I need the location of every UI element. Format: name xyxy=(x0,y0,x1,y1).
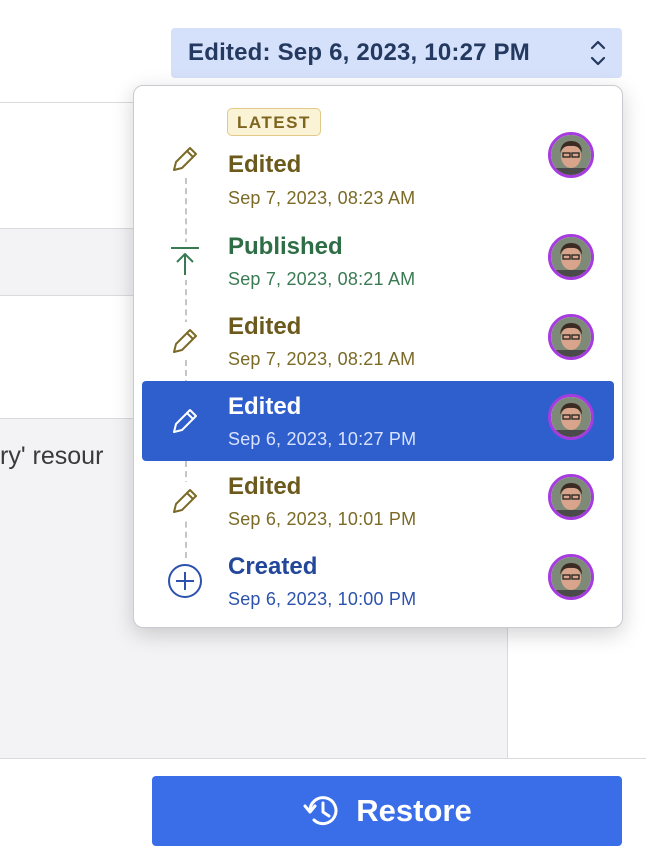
history-item-action: Edited xyxy=(228,473,302,500)
history-item-edited-selected[interactable]: Edited Sep 6, 2023, 10:27 PM xyxy=(142,381,614,461)
avatar xyxy=(548,474,594,520)
pencil-icon xyxy=(166,402,204,440)
history-icon xyxy=(303,796,338,826)
editor-text: ry' resour xyxy=(0,442,104,470)
pencil-icon xyxy=(166,140,204,178)
avatar xyxy=(548,394,594,440)
publish-icon xyxy=(166,242,204,280)
history-item-edited[interactable]: Edited Sep 7, 2023, 08:21 AM xyxy=(142,301,614,381)
avatar xyxy=(548,132,594,178)
plus-circle-icon xyxy=(166,562,204,600)
history-item-edited[interactable]: Edited Sep 6, 2023, 10:01 PM xyxy=(142,461,614,541)
history-item-action: Edited xyxy=(228,151,302,178)
restore-button-label: Restore xyxy=(356,793,472,828)
history-item-timestamp: Sep 6, 2023, 10:01 PM xyxy=(228,509,417,529)
divider xyxy=(0,102,140,103)
history-item-published[interactable]: Published Sep 7, 2023, 08:21 AM xyxy=(142,221,614,301)
history-item-edited-latest[interactable]: LATEST Edited Sep 7, 2023, 08:23 AM xyxy=(142,108,614,216)
history-item-timestamp: Sep 6, 2023, 10:00 PM xyxy=(228,589,417,609)
history-item-timestamp: Sep 7, 2023, 08:21 AM xyxy=(228,349,416,369)
avatar xyxy=(548,554,594,600)
restore-button[interactable]: Restore xyxy=(152,776,622,846)
side-panel xyxy=(507,628,646,758)
latest-badge: LATEST xyxy=(227,108,321,136)
version-history-dropdown: LATEST Edited Sep 7, 2023, 08:23 AM Publ… xyxy=(133,85,623,628)
history-item-timestamp: Sep 7, 2023, 08:21 AM xyxy=(228,269,416,289)
history-item-action: Created xyxy=(228,553,318,580)
toolbar-strip xyxy=(0,228,140,296)
history-item-timestamp: Sep 7, 2023, 08:23 AM xyxy=(228,188,416,208)
history-item-timestamp: Sep 6, 2023, 10:27 PM xyxy=(228,429,417,449)
pencil-icon xyxy=(166,482,204,520)
version-selector[interactable]: Edited: Sep 6, 2023, 10:27 PM xyxy=(171,28,622,78)
history-item-created[interactable]: Created Sep 6, 2023, 10:00 PM xyxy=(142,541,614,621)
avatar xyxy=(548,314,594,360)
pencil-icon xyxy=(166,322,204,360)
history-item-action: Edited xyxy=(228,393,302,420)
history-item-action: Published xyxy=(228,233,343,260)
history-item-action: Edited xyxy=(228,313,302,340)
chevron-up-down-icon xyxy=(590,40,606,66)
version-selector-label: Edited: Sep 6, 2023, 10:27 PM xyxy=(188,39,530,66)
avatar xyxy=(548,234,594,280)
